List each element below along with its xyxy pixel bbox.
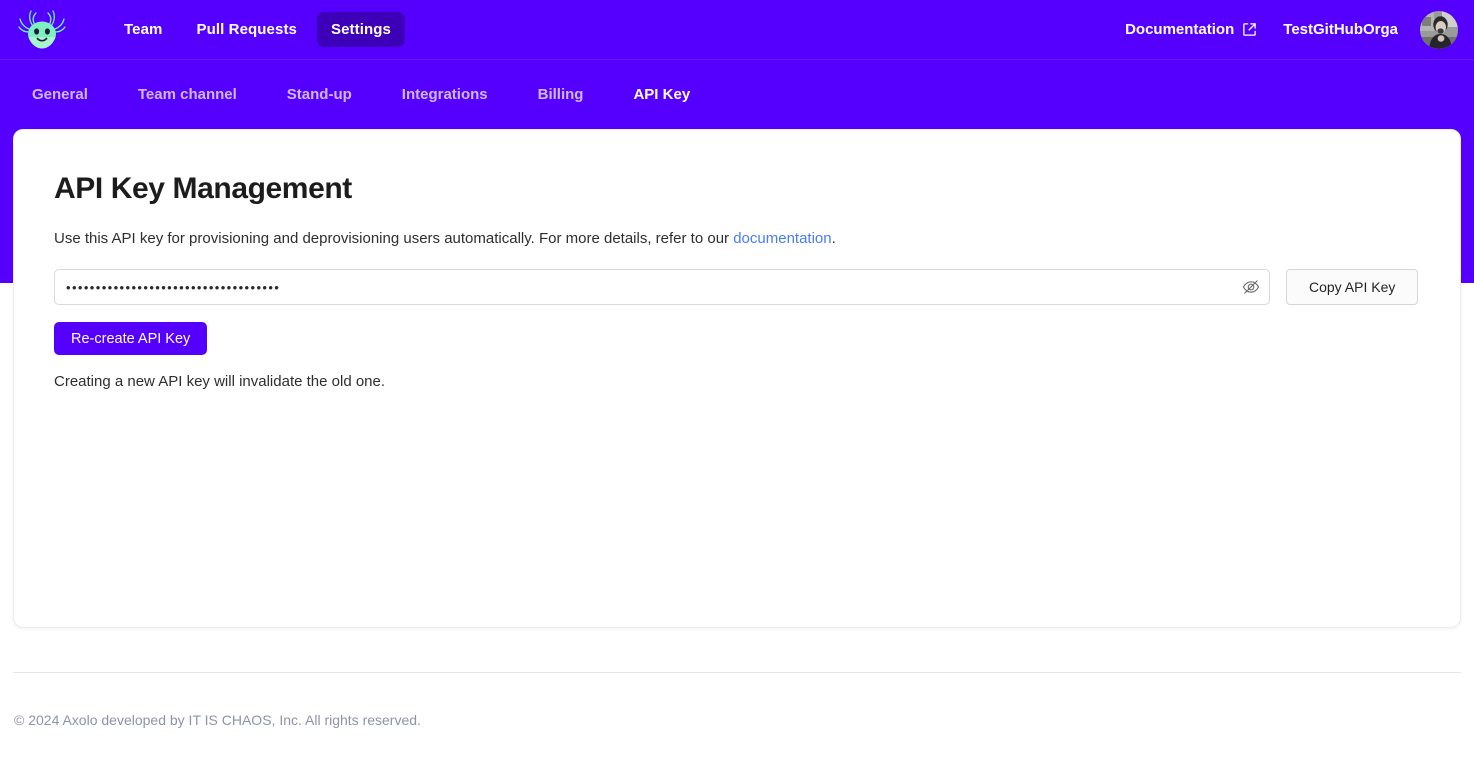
subnav-item-integrations[interactable]: Integrations	[388, 78, 502, 111]
recreate-api-key-button[interactable]: Re-create API Key	[54, 322, 207, 355]
nav-item-team[interactable]: Team	[110, 12, 176, 47]
nav-item-settings[interactable]: Settings	[317, 12, 405, 47]
avatar[interactable]	[1420, 11, 1458, 49]
subnav-item-api-key[interactable]: API Key	[619, 78, 704, 111]
documentation-label: Documentation	[1125, 21, 1234, 38]
api-key-card: API Key Management Use this API key for …	[13, 129, 1461, 628]
top-header: Team Pull Requests Settings Documentatio…	[0, 0, 1474, 60]
subnav-item-general[interactable]: General	[18, 78, 102, 111]
subnav-item-team-channel[interactable]: Team channel	[124, 78, 251, 111]
footer-copyright: © 2024 Axolo developed by IT IS CHAOS, I…	[14, 712, 421, 728]
toggle-api-key-visibility-button[interactable]	[1240, 276, 1262, 298]
subnav-item-billing[interactable]: Billing	[524, 78, 598, 111]
api-key-description: Use this API key for provisioning and de…	[54, 228, 1420, 249]
api-key-input-wrapper	[54, 269, 1270, 305]
external-link-icon	[1242, 22, 1257, 37]
api-key-input[interactable]	[54, 269, 1270, 305]
header-right-group: Documentation TestGitHubOrga	[1113, 11, 1474, 49]
organization-name[interactable]: TestGitHubOrga	[1269, 13, 1412, 46]
api-key-row: Copy API Key	[54, 269, 1420, 305]
description-text-after: .	[832, 230, 836, 247]
eye-slash-icon	[1242, 278, 1260, 296]
settings-subnav: General Team channel Stand-up Integratio…	[0, 60, 1474, 129]
axolotl-logo-icon	[18, 8, 66, 52]
user-avatar-image	[1420, 11, 1458, 49]
subnav-item-stand-up[interactable]: Stand-up	[273, 78, 366, 111]
page-title: API Key Management	[54, 172, 1420, 206]
description-text-before: Use this API key for provisioning and de…	[54, 230, 733, 247]
primary-navigation: Team Pull Requests Settings	[110, 12, 405, 47]
documentation-link[interactable]: Documentation	[1113, 13, 1269, 46]
recreate-warning-text: Creating a new API key will invalidate t…	[54, 373, 1420, 390]
nav-item-pull-requests[interactable]: Pull Requests	[182, 12, 311, 47]
app-logo[interactable]	[12, 0, 72, 60]
footer-divider	[13, 672, 1461, 673]
copy-api-key-button[interactable]: Copy API Key	[1286, 269, 1418, 305]
documentation-inline-link[interactable]: documentation	[733, 230, 831, 247]
